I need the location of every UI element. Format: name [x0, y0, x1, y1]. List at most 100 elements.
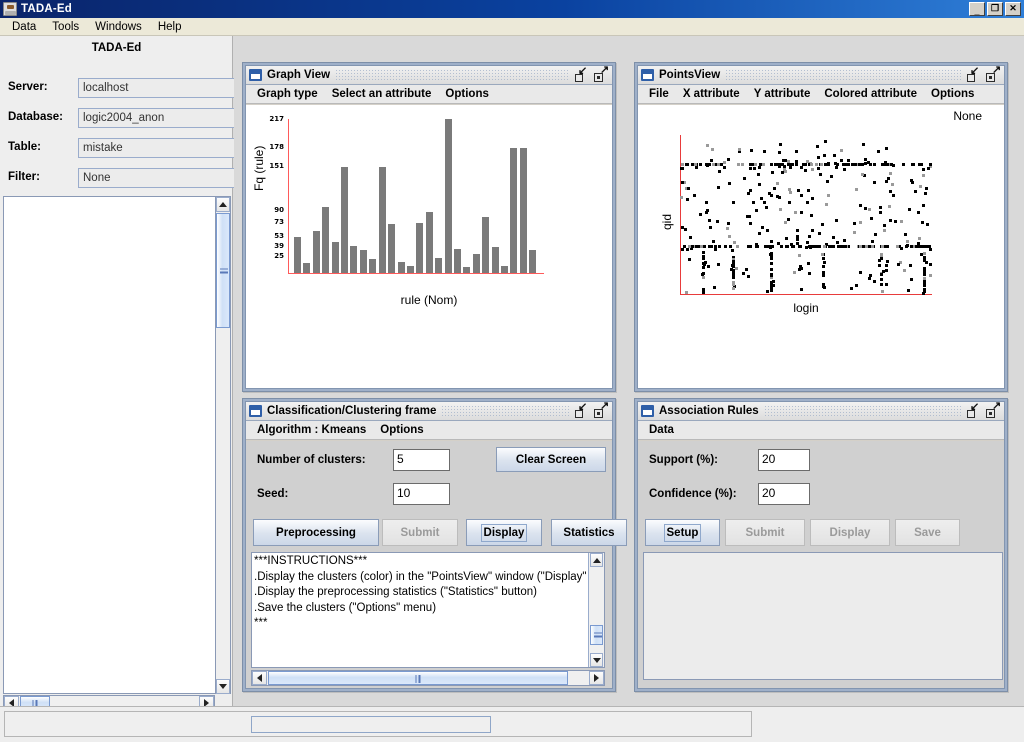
graph-view-canvas[interactable]: Fq (rule) 217 178 151 90 73 53 39 25 rule (Nom)	[246, 105, 612, 388]
clustering-window[interactable]: Classification/Clustering frame ↙ ↗ Algo…	[242, 398, 627, 692]
scatter-point	[823, 153, 827, 157]
restore-frame-button[interactable]: ↙	[966, 401, 979, 418]
menu-graph-type[interactable]: Graph type	[250, 87, 325, 101]
menu-select-an-attribute[interactable]: Select an attribute	[325, 87, 439, 101]
menu-points-options[interactable]: Options	[924, 87, 981, 101]
cluster-display-button[interactable]: Display	[466, 519, 542, 546]
association-rules-titlebar[interactable]: Association Rules ↙ ↗	[638, 400, 1004, 421]
num-clusters-label: Number of clusters:	[257, 454, 366, 466]
restore-button[interactable]: ❐	[987, 2, 1003, 16]
menu-file[interactable]: File	[642, 87, 676, 101]
menu-x-attribute[interactable]: X attribute	[676, 87, 747, 101]
menu-clustering-options[interactable]: Options	[373, 423, 430, 437]
clustering-titlebar[interactable]: Classification/Clustering frame ↙ ↗	[246, 400, 612, 421]
menu-data[interactable]: Data	[4, 20, 44, 34]
scatter-point	[770, 288, 773, 292]
instructions-scroll-left-button[interactable]	[252, 671, 267, 685]
maximize-frame-button[interactable]: ↗	[594, 400, 609, 418]
scatter-point	[758, 163, 762, 166]
scatter-point	[781, 170, 785, 174]
scatter-point	[702, 265, 705, 269]
scatter-point	[822, 274, 825, 278]
scatter-point	[762, 163, 766, 167]
menu-windows[interactable]: Windows	[87, 20, 150, 34]
connection-panel-title: TADA-Ed	[91, 42, 142, 54]
statistics-button[interactable]: Statistics	[551, 519, 627, 546]
num-clusters-input[interactable]: 5	[393, 449, 450, 471]
instructions-vertical-scrollbar[interactable]	[588, 553, 604, 667]
instructions-scroll-thumb[interactable]	[590, 625, 603, 645]
scatter-point	[880, 252, 883, 256]
maximize-frame-button[interactable]: ↗	[986, 400, 1001, 418]
association-rules-output[interactable]	[643, 552, 1003, 680]
scatter-point	[884, 263, 888, 267]
instructions-scroll-up-button[interactable]	[590, 553, 603, 567]
scatter-point	[929, 247, 932, 251]
points-view-titlebar[interactable]: PointsView ↙ ↗	[638, 64, 1004, 85]
field-database-value[interactable]: logic2004_anon	[78, 108, 235, 128]
restore-frame-button[interactable]: ↙	[966, 65, 979, 82]
vertical-scroll-track[interactable]	[216, 328, 230, 679]
scatter-point	[818, 173, 822, 177]
dot-icon	[989, 411, 992, 415]
instructions-scroll-down-button[interactable]	[590, 653, 603, 667]
scatter-point	[735, 267, 739, 271]
scatter-point	[868, 163, 872, 166]
y-tick-label: 90	[274, 205, 284, 214]
vertical-scroll-thumb[interactable]	[216, 213, 230, 328]
menu-data-assoc[interactable]: Data	[642, 423, 681, 437]
scatter-point	[722, 166, 726, 170]
assoc-display-button[interactable]: Display	[810, 519, 890, 546]
assoc-save-button[interactable]: Save	[895, 519, 960, 546]
field-server-label: Server:	[8, 81, 48, 93]
preprocessing-button[interactable]: Preprocessing	[253, 519, 379, 546]
instructions-textarea[interactable]: ***INSTRUCTIONS*** .Display the clusters…	[251, 552, 605, 668]
data-list[interactable]	[3, 196, 215, 694]
menu-y-attribute[interactable]: Y attribute	[747, 87, 818, 101]
restore-frame-button[interactable]: ↙	[574, 65, 587, 82]
data-list-vertical-scrollbar[interactable]	[215, 196, 231, 694]
graph-view-titlebar[interactable]: Graph View ↙ ↗	[246, 64, 612, 85]
scatter-point	[822, 285, 826, 289]
menu-algorithm[interactable]: Algorithm : Kmeans	[250, 423, 373, 437]
cluster-submit-button[interactable]: Submit	[382, 519, 458, 546]
menu-tools[interactable]: Tools	[44, 20, 87, 34]
instructions-h-scroll-thumb[interactable]	[268, 671, 568, 685]
maximize-frame-button[interactable]: ↗	[594, 64, 609, 82]
scatter-point	[702, 271, 705, 275]
confidence-input[interactable]: 20	[758, 483, 810, 505]
points-view-canvas[interactable]: None qid login	[638, 105, 1004, 388]
minimize-button[interactable]: _	[969, 2, 985, 16]
points-view-window[interactable]: PointsView ↙ ↗ File X attribute Y attrib…	[634, 62, 1008, 392]
graph-view-window[interactable]: Graph View ↙ ↗ Graph type Select an attr…	[242, 62, 616, 392]
field-server-value[interactable]: localhost	[78, 78, 235, 98]
main-menubar: Data Tools Windows Help	[0, 18, 1024, 36]
scatter-point	[868, 277, 872, 281]
bar	[519, 148, 527, 273]
menu-colored-attribute[interactable]: Colored attribute	[817, 87, 924, 101]
scroll-down-button[interactable]	[216, 679, 230, 694]
scatter-point	[769, 163, 773, 166]
instructions-scroll-right-button[interactable]	[589, 671, 604, 685]
assoc-submit-button[interactable]: Submit	[725, 519, 805, 546]
restore-frame-button[interactable]: ↙	[574, 401, 587, 418]
scroll-up-button[interactable]	[216, 197, 230, 212]
y-tick-label: 151	[269, 162, 284, 171]
menu-graph-options[interactable]: Options	[438, 87, 495, 101]
maximize-frame-button[interactable]: ↗	[986, 64, 1001, 82]
setup-button[interactable]: Setup	[645, 519, 720, 546]
support-input[interactable]: 20	[758, 449, 810, 471]
association-rules-window[interactable]: Association Rules ↙ ↗ Data Support (%): …	[634, 398, 1008, 692]
scatter-point	[746, 275, 750, 279]
menu-help[interactable]: Help	[150, 20, 190, 34]
field-filter-value[interactable]: None	[78, 168, 235, 188]
close-button[interactable]: ✕	[1005, 2, 1021, 16]
seed-input[interactable]: 10	[393, 483, 450, 505]
instructions-horizontal-scrollbar[interactable]	[251, 670, 605, 686]
field-table-value[interactable]: mistake	[78, 138, 235, 158]
bar	[435, 258, 443, 273]
dot-icon	[989, 75, 992, 79]
scatter-plot-area	[680, 135, 932, 295]
clear-screen-button[interactable]: Clear Screen	[496, 447, 606, 472]
scatter-point	[858, 163, 862, 166]
